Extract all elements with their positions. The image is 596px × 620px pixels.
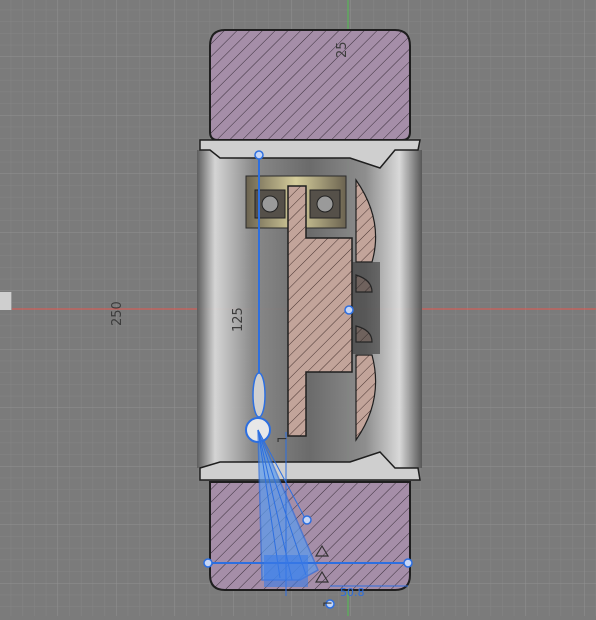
dimension-inner-height[interactable]: 125: [231, 307, 246, 332]
dimension-bottom-right[interactable]: 50.8: [340, 586, 365, 599]
svg-text:⌐: ⌐: [276, 432, 288, 448]
sketch-point-icon: [203, 558, 213, 568]
cad-viewport[interactable]: ⌐ ⌐ 250 125 25 50.8: [0, 0, 596, 616]
svg-text:⌐: ⌐: [322, 597, 333, 612]
edge-collapse-tab-icon[interactable]: [0, 292, 12, 310]
cad-canvas[interactable]: ⌐ ⌐ 250 125 25 50.8: [0, 0, 596, 616]
dimension-tire-label[interactable]: 25: [335, 41, 350, 58]
dimension-overall-height[interactable]: 250: [110, 301, 125, 326]
sketch-point-icon: [403, 558, 413, 568]
tire-top[interactable]: [199, 29, 421, 169]
sketch-point-icon: [254, 150, 264, 160]
sketch-point-icon: [302, 515, 312, 525]
sketch-point-icon: [344, 305, 354, 315]
